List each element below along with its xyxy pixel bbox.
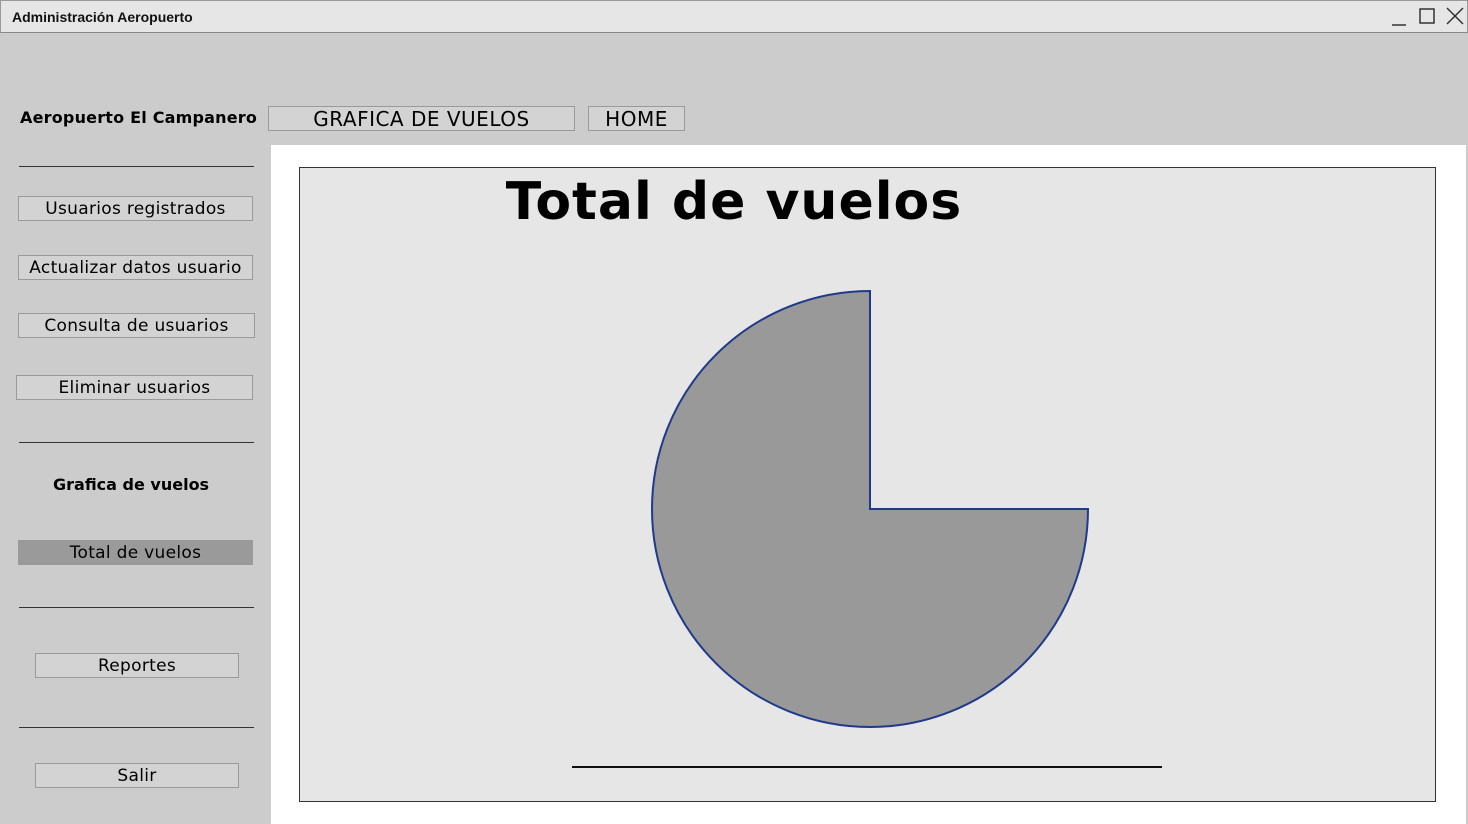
- pie-chart: [572, 289, 1162, 768]
- pie-slice: [651, 289, 1090, 728]
